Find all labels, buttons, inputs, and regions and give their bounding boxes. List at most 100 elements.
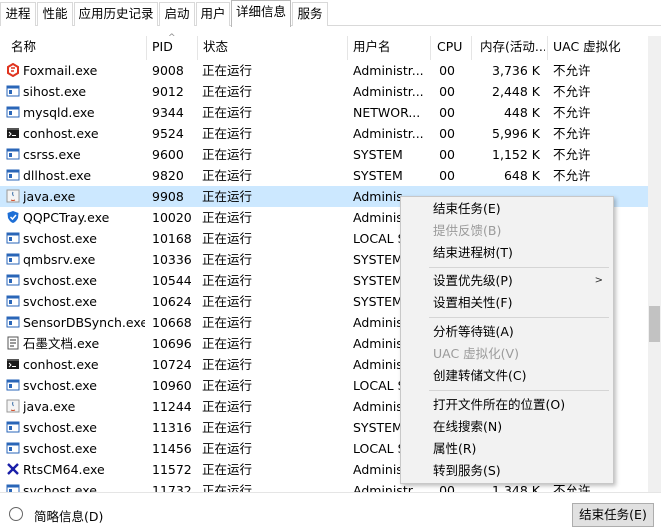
process-name: svchost.exe <box>23 420 97 435</box>
col-pid[interactable]: PID <box>152 36 196 60</box>
console-icon <box>6 357 20 371</box>
process-name: java.exe <box>23 189 76 204</box>
process-uac: 不允许 <box>553 105 591 120</box>
process-status: 正在运行 <box>202 336 253 351</box>
tab-app-history[interactable]: 应用历史记录 <box>74 2 158 26</box>
tab-processes[interactable]: 进程 <box>0 2 36 26</box>
process-pid: 10724 <box>152 357 192 372</box>
process-pid: 11572 <box>152 462 192 477</box>
table-row[interactable]: sihost.exe 9012 正在运行 Administr... 00 2,448 K 不… <box>0 81 648 102</box>
process-name: svchost.exe <box>23 273 97 288</box>
col-name[interactable]: 名称 <box>11 36 141 60</box>
process-status: 正在运行 <box>202 420 253 435</box>
process-name: QQPCTray.exe <box>23 210 110 225</box>
process-cpu: 00 <box>439 84 455 99</box>
end-task-button[interactable]: 结束任务(E) <box>572 503 654 527</box>
tab-users[interactable]: 用户 <box>196 2 230 26</box>
menu-set-affinity[interactable]: 设置相关性(F) <box>433 292 512 314</box>
col-uac[interactable]: UAC 虚拟化 <box>553 36 645 60</box>
process-pid: 10336 <box>152 252 192 267</box>
process-name: svchost.exe <box>23 441 97 456</box>
process-status: 正在运行 <box>202 126 253 141</box>
tab-performance[interactable]: 性能 <box>37 2 73 26</box>
menu-separator <box>429 390 609 391</box>
context-menu: 结束任务(E) 提供反馈(B) 结束进程树(T) 设置优先级(P) > 设置相关… <box>400 196 614 484</box>
col-status[interactable]: 状态 <box>203 36 343 60</box>
menu-end-process-tree[interactable]: 结束进程树(T) <box>433 242 513 264</box>
table-row[interactable]: conhost.exe 9524 正在运行 Administr... 00 5,996 K… <box>0 123 648 144</box>
tab-startup[interactable]: 启动 <box>159 2 195 26</box>
process-name: sihost.exe <box>23 84 87 99</box>
process-pid: 9012 <box>152 84 184 99</box>
process-user: Administr... <box>353 63 424 78</box>
process-name: conhost.exe <box>23 126 99 141</box>
tab-bar: 进程 性能 应用历史记录 启动 用户 详细信息 服务 <box>0 0 661 27</box>
table-row[interactable]: csrss.exe 9600 正在运行 SYSTEM 00 1,152 K 不允许 <box>0 144 648 165</box>
process-name: csrss.exe <box>23 147 81 162</box>
app-window-icon <box>6 441 20 455</box>
process-status: 正在运行 <box>202 147 253 162</box>
menu-open-file-location[interactable]: 打开文件所在的位置(O) <box>433 394 565 416</box>
col-cpu[interactable]: CPU <box>437 36 467 60</box>
process-pid: 9820 <box>152 168 184 183</box>
process-status: 正在运行 <box>202 210 253 225</box>
chevron-up-icon[interactable] <box>9 507 23 521</box>
process-status: 正在运行 <box>202 84 253 99</box>
app-window-icon <box>6 315 20 329</box>
process-name: svchost.exe <box>23 483 97 492</box>
menu-analyze-wait-chain[interactable]: 分析等待链(A) <box>433 321 514 343</box>
foxmail-icon <box>6 62 20 78</box>
table-row[interactable]: dllhost.exe 9820 正在运行 SYSTEM 00 648 K 不允许 <box>0 165 648 186</box>
menu-search-online[interactable]: 在线搜索(N) <box>433 416 502 438</box>
process-uac: 不允许 <box>553 168 591 183</box>
table-row[interactable]: mysqld.exe 9344 正在运行 NETWOR... 00 448 K 不允许 <box>0 102 648 123</box>
process-status: 正在运行 <box>202 189 253 204</box>
process-status: 正在运行 <box>202 105 253 120</box>
menu-uac-virtualization: UAC 虚拟化(V) <box>433 346 519 361</box>
menu-set-priority[interactable]: 设置优先级(P) <box>433 270 513 292</box>
process-name: java.exe <box>23 399 76 414</box>
process-user: Administr... <box>353 84 424 99</box>
process-pid: 9344 <box>152 105 184 120</box>
app-window-icon <box>6 483 20 492</box>
bottom-bar: 简略信息(D) 结束任务(E) <box>0 492 661 528</box>
process-uac: 不允许 <box>553 84 591 99</box>
process-name: RtsCM64.exe <box>23 462 105 477</box>
app-window-icon <box>6 84 20 98</box>
menu-separator <box>429 317 609 318</box>
col-username[interactable]: 用户名 <box>353 36 425 60</box>
process-pid: 10020 <box>152 210 192 225</box>
process-pid: 10960 <box>152 378 192 393</box>
process-name: conhost.exe <box>23 357 99 372</box>
process-status: 正在运行 <box>202 252 253 267</box>
process-user: NETWOR... <box>353 105 421 120</box>
menu-properties[interactable]: 属性(R) <box>433 438 476 460</box>
app-window-icon <box>6 147 20 161</box>
process-status: 正在运行 <box>202 357 253 372</box>
java-icon <box>6 189 20 203</box>
process-status: 正在运行 <box>202 441 253 456</box>
scroll-thumb[interactable] <box>649 306 660 342</box>
process-cpu: 00 <box>439 63 455 78</box>
tab-details[interactable]: 详细信息 <box>231 0 291 27</box>
process-name: dllhost.exe <box>23 168 92 183</box>
fewer-details-link[interactable]: 简略信息(D) <box>34 506 103 525</box>
vertical-scrollbar[interactable] <box>648 36 661 492</box>
menu-go-to-services[interactable]: 转到服务(S) <box>433 460 501 482</box>
app-window-icon <box>6 294 20 308</box>
menu-create-dump[interactable]: 创建转储文件(C) <box>433 365 526 387</box>
table-row[interactable]: Foxmail.exe 9008 正在运行 Administr... 00 3,736 K… <box>0 60 648 81</box>
process-name: SensorDBSynch.exe <box>23 315 145 330</box>
java-icon <box>6 399 20 413</box>
col-memory[interactable]: 内存(活动... <box>480 36 545 60</box>
process-pid: 11456 <box>152 441 192 456</box>
menu-end-task[interactable]: 结束任务(E) <box>433 198 501 220</box>
process-pid: 11316 <box>152 420 192 435</box>
process-pid: 9600 <box>152 147 184 162</box>
console-icon <box>6 126 20 140</box>
process-status: 正在运行 <box>202 378 253 393</box>
process-status: 正在运行 <box>202 63 253 78</box>
process-name: svchost.exe <box>23 378 97 393</box>
tab-services[interactable]: 服务 <box>292 2 328 26</box>
process-name: Foxmail.exe <box>23 63 98 78</box>
